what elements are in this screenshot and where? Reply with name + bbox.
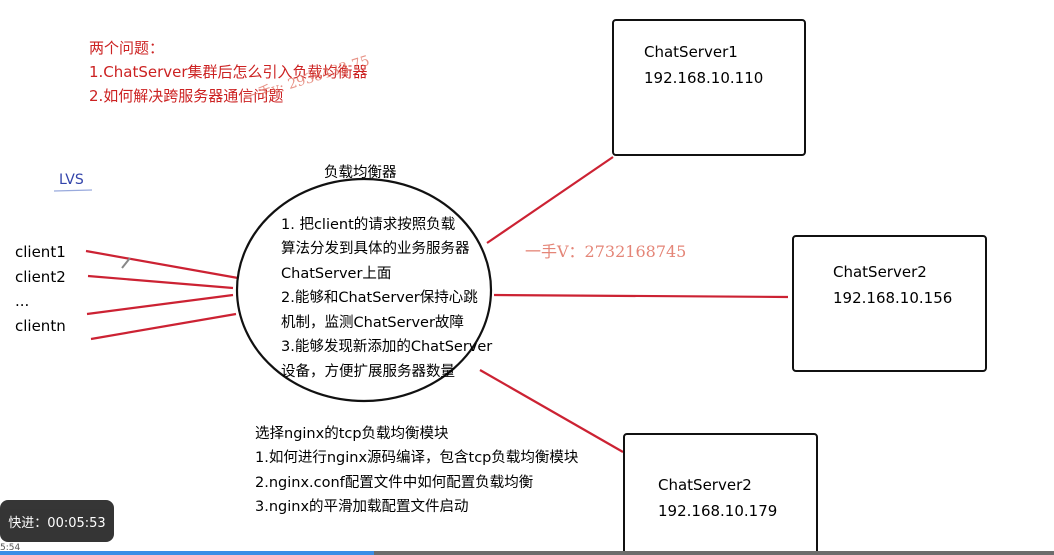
seek-overlay-text: 快进：00:05:53: [8, 515, 106, 531]
balancer-line-7: 设备，方便扩展服务器数量: [281, 364, 455, 380]
server-ip: 192.168.10.179: [658, 502, 778, 520]
balancer-line-4: 2.能够和ChatServer保持心跳: [281, 290, 478, 306]
chatserver-box-2: ChatServer2 192.168.10.156: [792, 235, 987, 372]
lvs-label: LVS: [59, 172, 84, 188]
pen-cursor-icon: [121, 257, 131, 269]
nginx-note-1: 1.如何进行nginx源码编译，包含tcp负载均衡模块: [255, 450, 579, 466]
balancer-line-6: 3.能够发现新添加的ChatServer: [281, 339, 493, 355]
nginx-note-heading: 选择nginx的tcp负载均衡模块: [255, 426, 449, 442]
server-ip: 192.168.10.156: [833, 289, 953, 307]
server3-link: [479, 369, 624, 453]
notes-heading: 两个问题：: [89, 39, 165, 57]
server-name: ChatServer2: [658, 476, 752, 494]
server-ip: 192.168.10.110: [644, 69, 764, 87]
lvs-underline: [53, 189, 93, 192]
client-label-2: client2: [15, 268, 66, 286]
balancer-line-5: 机制，监测ChatServer故障: [281, 315, 464, 331]
client2-link: [87, 274, 234, 290]
client-dots-link: [86, 293, 234, 316]
client-label-1: client1: [15, 243, 66, 261]
balancer-line-2: 算法分发到具体的业务服务器: [281, 241, 470, 257]
server2-link: [493, 293, 789, 299]
seek-overlay: 快进：00:05:53: [0, 500, 114, 542]
client-label-n: clientn: [15, 317, 66, 335]
balancer-line-3: ChatServer上面: [281, 266, 392, 282]
client1-link: [85, 249, 239, 280]
server-name: ChatServer1: [644, 43, 738, 61]
chatserver-box-1: ChatServer1 192.168.10.110: [612, 19, 806, 156]
chatserver-box-3: ChatServer2 192.168.10.179: [623, 433, 818, 555]
whiteboard-canvas: 两个问题： 1.ChatServer集群后怎么引入负载均衡器 2.如何解决跨服务…: [0, 0, 1054, 555]
progress-bar[interactable]: [0, 551, 1054, 555]
watermark-2: 一手V：2732168745: [525, 242, 687, 261]
nginx-note-2: 2.nginx.conf配置文件中如何配置负载均衡: [255, 475, 534, 491]
clientn-link: [90, 312, 237, 341]
nginx-note-3: 3.nginx的平滑加载配置文件启动: [255, 499, 469, 515]
balancer-line-1: 1. 把client的请求按照负载: [281, 217, 456, 233]
client-label-dots: ...: [15, 292, 30, 310]
server-name: ChatServer2: [833, 263, 927, 281]
load-balancer-title: 负载均衡器: [324, 165, 397, 181]
progress-fill: [0, 551, 375, 555]
server1-link: [486, 156, 614, 244]
